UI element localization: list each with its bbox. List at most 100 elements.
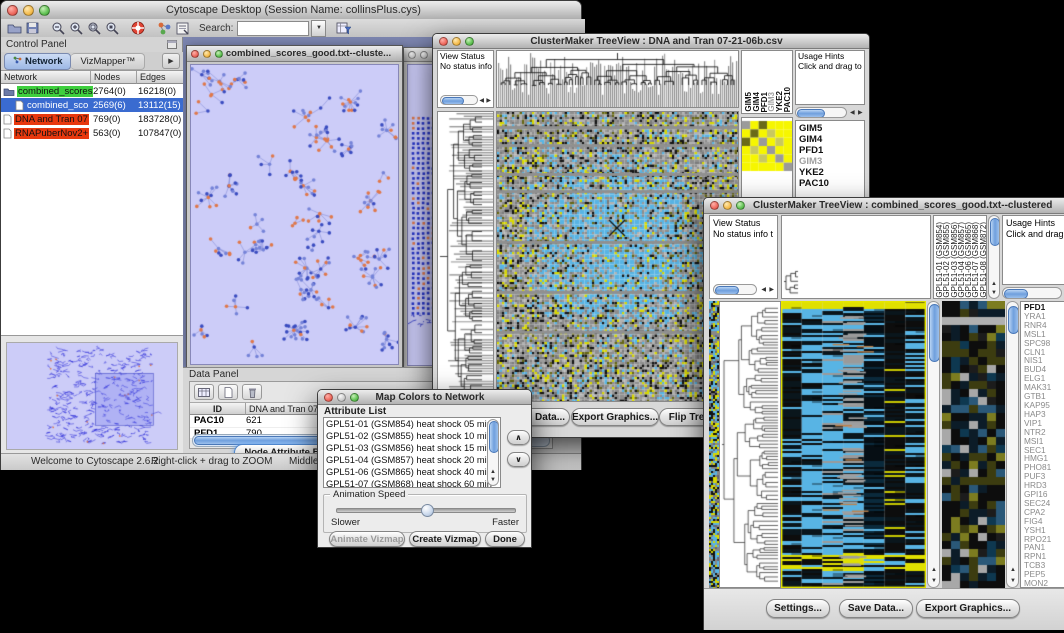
tab-network[interactable]: Network	[4, 53, 71, 70]
zoom-out-icon[interactable]	[49, 20, 67, 36]
scroll-right-icon[interactable]: ▶	[486, 98, 491, 104]
close-icon[interactable]	[191, 50, 199, 58]
tv1-row-dendrogram[interactable]	[437, 111, 494, 402]
move-down-button[interactable]: ∨	[507, 452, 530, 467]
scroll-left-icon[interactable]: ◀	[479, 98, 484, 104]
minimize-icon[interactable]	[23, 5, 34, 16]
scroll-up-icon[interactable]: ▲	[1010, 567, 1016, 573]
network-canvas-1[interactable]	[190, 64, 399, 365]
tv1-row-label[interactable]: GIM4	[799, 134, 864, 145]
col-header-network[interactable]: Network	[1, 71, 91, 84]
tv2-zoom-heatmap[interactable]	[942, 301, 1005, 588]
close-icon[interactable]	[7, 5, 18, 16]
slider-thumb[interactable]	[421, 504, 434, 517]
tv1-column-label[interactable]: PAC10	[784, 87, 792, 112]
scroll-up-icon[interactable]: ▲	[490, 469, 496, 475]
help-lifebuoy-icon[interactable]	[129, 20, 147, 36]
search-dropdown-button[interactable]: ▼	[311, 20, 326, 37]
col-header-edges[interactable]: Edges	[137, 71, 183, 84]
tv2-row-dendrogram[interactable]	[719, 301, 781, 588]
minimize-icon[interactable]	[452, 37, 461, 46]
scroll-up-icon[interactable]: ▲	[991, 281, 997, 287]
zoom-window-icon[interactable]	[39, 5, 50, 16]
tv2-export-graphics-button[interactable]: Export Graphics...	[916, 599, 1020, 618]
attribute-list-scrollbar[interactable]: ▲ ▼	[487, 419, 499, 486]
close-icon[interactable]	[324, 393, 333, 402]
attribute-list-item[interactable]: GPL51-03 (GSM856) heat shock 15 min	[326, 442, 500, 454]
close-icon[interactable]	[439, 37, 448, 46]
tv2-settings-button[interactable]: Settings...	[766, 599, 830, 618]
search-input[interactable]	[237, 21, 309, 36]
create-vizmap-button[interactable]: Create Vizmap	[409, 531, 481, 547]
tv2-heatmap-vscrollbar[interactable]: ▲ ▼	[927, 301, 940, 588]
close-icon[interactable]	[408, 51, 416, 59]
network-overview-canvas[interactable]	[6, 342, 178, 450]
annotation-form-icon[interactable]	[173, 20, 191, 36]
attribute-list-item[interactable]: GPL51-04 (GSM857) heat shock 20 min	[326, 454, 500, 466]
tab-overflow-button[interactable]: ▶	[162, 53, 180, 69]
dialog-titlebar[interactable]: Map Colors to Network	[318, 390, 531, 405]
tv1-export-graphics-button[interactable]: Export Graphics...	[571, 408, 659, 426]
float-panel-icon[interactable]	[167, 36, 177, 54]
tab-vizmapper[interactable]: VizMapper™	[71, 53, 145, 70]
close-icon[interactable]	[710, 201, 719, 210]
zoom-window-icon[interactable]	[350, 393, 359, 402]
treeview1-titlebar[interactable]: ClusterMaker TreeView : DNA and Tran 07-…	[433, 34, 869, 49]
zoom-window-icon[interactable]	[215, 50, 223, 58]
tv2-gene-label[interactable]: MON2	[1024, 579, 1064, 588]
network-tree-row[interactable]: RNAPuberNov2+563(0)107847(0)	[1, 126, 183, 140]
scroll-down-icon[interactable]: ▼	[991, 290, 997, 296]
create-attribute-icon[interactable]	[218, 384, 238, 400]
tv1-row-label[interactable]: YKE2	[799, 167, 864, 178]
tv1-row-label[interactable]: PFD1	[799, 145, 864, 156]
save-icon[interactable]	[23, 20, 41, 36]
attribute-list-item[interactable]: GPL51-07 (GSM868) heat shock 60 min	[326, 478, 500, 488]
zoom-window-icon[interactable]	[736, 201, 745, 210]
tv2-column-label[interactable]: GPL51-08 (GSM872)	[980, 222, 987, 298]
data-col-id[interactable]: ID	[190, 403, 246, 415]
attribute-list-item[interactable]: GPL51-06 (GSM865) heat shock 40 min	[326, 466, 500, 478]
tv2-global-overview-strip[interactable]	[709, 301, 719, 588]
minimize-icon[interactable]	[723, 201, 732, 210]
tv1-row-label[interactable]: PAC10	[799, 178, 864, 189]
scroll-down-icon[interactable]: ▼	[931, 578, 937, 584]
scroll-up-icon[interactable]: ▲	[931, 567, 937, 573]
scroll-right-icon[interactable]: ▶	[769, 287, 774, 293]
filter-table-icon[interactable]	[334, 20, 352, 36]
tv1-usage-scrollbar[interactable]	[795, 107, 847, 118]
zoom-window-icon[interactable]	[465, 37, 474, 46]
tv1-column-dendrogram[interactable]	[496, 50, 739, 108]
tv2-zoom-vscrollbar[interactable]: ▲ ▼	[1006, 301, 1019, 588]
scroll-left-icon[interactable]: ◀	[850, 110, 855, 116]
open-file-icon[interactable]	[5, 20, 23, 36]
tv1-row-label[interactable]: GIM5	[799, 123, 864, 134]
vizmapper-nodes-icon[interactable]	[155, 20, 173, 36]
minimize-icon[interactable]	[203, 50, 211, 58]
done-button[interactable]: Done	[485, 531, 525, 547]
zoom-selected-icon[interactable]	[85, 20, 103, 36]
delete-attribute-icon[interactable]	[242, 384, 262, 400]
treeview2-titlebar[interactable]: ClusterMaker TreeView : combined_scores_…	[704, 198, 1064, 214]
network-tree-row[interactable]: DNA and Tran 07769(0)183728(0)	[1, 112, 183, 126]
scroll-left-icon[interactable]: ◀	[761, 287, 766, 293]
attribute-select-icon[interactable]	[194, 384, 214, 400]
tv2-heatmap[interactable]	[781, 301, 926, 588]
zoom-fit-icon[interactable]	[103, 20, 121, 36]
scroll-down-icon[interactable]: ▼	[1010, 578, 1016, 584]
animation-speed-slider[interactable]	[336, 508, 516, 513]
attribute-list[interactable]: ▲ ▼ GPL51-01 (GSM854) heat shock 05 minG…	[323, 417, 501, 488]
attribute-list-item[interactable]: GPL51-01 (GSM854) heat shock 05 min	[326, 418, 500, 430]
network-tree-row[interactable]: combined_sco2569(6)13112(15)	[1, 98, 183, 112]
tv2-column-dendrogram[interactable]	[781, 215, 931, 299]
minimize-icon[interactable]	[337, 393, 346, 402]
tv1-row-label[interactable]: GIM3	[799, 156, 864, 167]
tv2-save-data-button[interactable]: Save Data...	[839, 599, 913, 618]
scroll-right-icon[interactable]: ▶	[858, 110, 863, 116]
network-tree-row[interactable]: combined_scores2764(0)16218(0)	[1, 84, 183, 98]
tv2-collabel-scrollbar[interactable]: ▲ ▼	[988, 215, 1000, 299]
tv2-status-scrollbar[interactable]	[713, 284, 757, 295]
tv2-usage-scrollbar[interactable]	[1002, 287, 1062, 299]
attribute-list-item[interactable]: GPL51-02 (GSM855) heat shock 10 min	[326, 430, 500, 442]
main-titlebar[interactable]: Cytoscape Desktop (Session Name: collins…	[1, 1, 581, 20]
minimize-icon[interactable]	[420, 51, 428, 59]
